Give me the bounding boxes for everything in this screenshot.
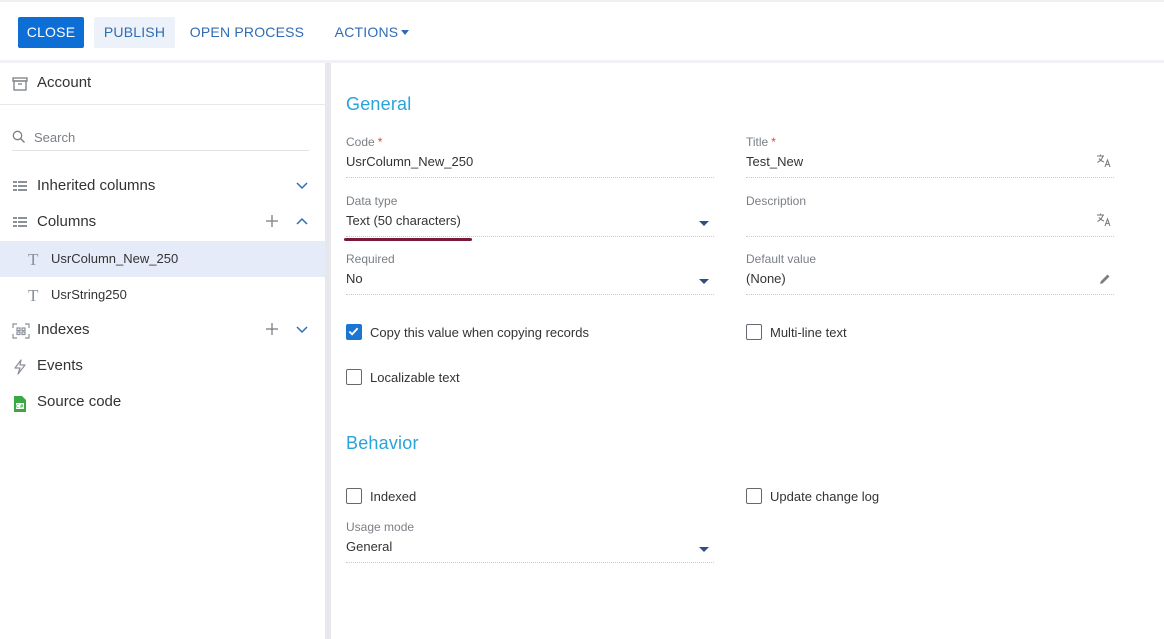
sidebar-item-source-code[interactable]: C# Source code (0, 384, 325, 420)
data-type-field[interactable]: Data type Text (50 characters) (346, 194, 714, 244)
publish-button[interactable]: PUBLISH (94, 17, 175, 48)
default-value-field[interactable]: Default value (None) (746, 252, 1114, 302)
sidebar-item-inherited-columns[interactable]: Inherited columns (0, 168, 325, 204)
required-value[interactable]: No (346, 271, 363, 286)
search-input[interactable] (34, 127, 304, 147)
field-underline (346, 294, 714, 295)
checkbox-label: Multi-line text (770, 325, 847, 340)
search-icon (12, 130, 26, 149)
columns-list-icon (12, 179, 28, 197)
field-underline (346, 236, 714, 237)
translate-icon[interactable] (1096, 154, 1112, 173)
checkbox-label: Localizable text (370, 370, 460, 385)
toolbar: CLOSE PUBLISH OPEN PROCESS ACTIONS (0, 0, 1164, 60)
add-icon[interactable] (264, 321, 280, 342)
field-label: Title * (746, 135, 776, 149)
text-type-icon: T (28, 250, 39, 269)
sidebar-title: Account (37, 74, 92, 91)
sidebar-item-columns[interactable]: Columns (0, 204, 325, 240)
checkbox-unchecked[interactable] (346, 488, 362, 504)
actions-label: ACTIONS (334, 24, 399, 40)
section-title-general: General (346, 94, 412, 114)
sidebar-item-label: Events (37, 357, 83, 374)
checkbox-unchecked[interactable] (746, 488, 762, 504)
field-underline (346, 562, 714, 563)
actions-button[interactable]: ACTIONS (326, 17, 418, 48)
required-marker: * (377, 135, 383, 149)
required-field[interactable]: Required No (346, 252, 714, 302)
translate-icon[interactable] (1096, 213, 1112, 232)
field-label: Code * (346, 135, 383, 149)
chevron-down-icon[interactable] (294, 321, 310, 342)
source-code-icon: C# (12, 395, 28, 418)
sidebar-item-indexes[interactable]: Indexes (0, 312, 325, 348)
data-type-value[interactable]: Text (50 characters) (346, 213, 461, 228)
sidebar-item-label: Inherited columns (37, 177, 156, 194)
svg-text:C#: C# (16, 404, 24, 410)
column-item[interactable]: T UsrColumn_New_250 (0, 241, 325, 277)
checkbox-checked[interactable] (346, 324, 362, 340)
lightning-icon (12, 359, 28, 380)
chevron-down-icon (401, 30, 410, 35)
sidebar: Account Inherited columns Columns T UsrC… (0, 63, 325, 639)
field-label: Data type (346, 194, 398, 208)
required-marker: * (771, 135, 776, 149)
chevron-up-icon[interactable] (294, 213, 310, 234)
properties-panel: General Code * UsrColumn_New_250 Title * T… (331, 63, 1164, 639)
column-item-label: UsrString250 (51, 287, 127, 302)
sidebar-item-label: Source code (37, 393, 122, 410)
search-box (12, 127, 309, 151)
chevron-down-icon[interactable] (294, 177, 310, 198)
title-field[interactable]: Title * Test_New (746, 135, 1114, 185)
field-label: Default value (746, 252, 817, 266)
field-label: Description (746, 194, 807, 208)
usage-mode-field[interactable]: Usage mode General (346, 520, 714, 570)
dropdown-arrow-icon[interactable] (699, 221, 709, 226)
close-button[interactable]: CLOSE (18, 17, 84, 48)
field-label: Usage mode (346, 520, 415, 534)
code-field[interactable]: Code * UsrColumn_New_250 (346, 135, 714, 185)
column-item[interactable]: T UsrString250 (0, 277, 325, 313)
sidebar-header: Account (0, 63, 325, 105)
dropdown-arrow-icon[interactable] (699, 279, 709, 284)
field-underline (746, 294, 1114, 295)
pencil-icon[interactable] (1098, 272, 1112, 291)
dropdown-arrow-icon[interactable] (699, 547, 709, 552)
text-type-icon: T (28, 286, 39, 305)
title-value[interactable]: Test_New (746, 154, 803, 169)
checkbox-label: Indexed (370, 489, 417, 504)
usage-mode-value[interactable]: General (346, 539, 392, 554)
column-item-label: UsrColumn_New_250 (51, 251, 179, 266)
checkbox-unchecked[interactable] (746, 324, 762, 340)
open-process-button[interactable]: OPEN PROCESS (188, 17, 306, 48)
annotation-underline (344, 238, 472, 241)
checkbox-unchecked[interactable] (346, 369, 362, 385)
sidebar-item-label: Indexes (37, 321, 90, 338)
add-icon[interactable] (264, 213, 280, 234)
field-label: Required (346, 252, 395, 266)
object-icon (12, 77, 28, 96)
sidebar-item-events[interactable]: Events (0, 348, 325, 384)
section-title-behavior: Behavior (346, 433, 419, 453)
checkbox-label: Copy this value when copying records (370, 325, 589, 340)
columns-list-icon (12, 215, 28, 233)
checkbox-label: Update change log (770, 489, 880, 504)
field-underline (746, 177, 1114, 178)
field-underline (746, 236, 1114, 237)
index-icon (12, 323, 30, 344)
default-value[interactable]: (None) (746, 271, 786, 286)
code-value[interactable]: UsrColumn_New_250 (346, 154, 473, 169)
description-field[interactable]: Description (746, 194, 1114, 244)
sidebar-item-label: Columns (37, 213, 97, 230)
field-underline (346, 177, 714, 178)
